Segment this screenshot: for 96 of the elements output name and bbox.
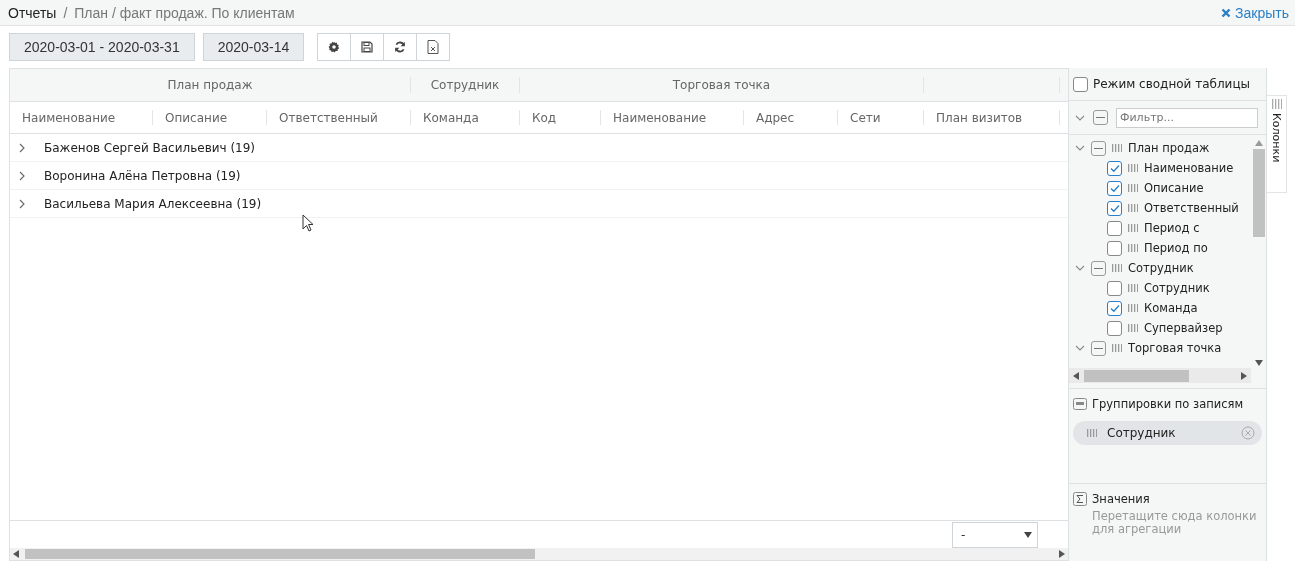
drag-handle-icon[interactable] — [1112, 264, 1122, 272]
column-header[interactable]: Описание — [153, 110, 267, 125]
save-button[interactable] — [350, 33, 385, 61]
column-header[interactable]: Сети — [838, 110, 924, 125]
column-label: Описание — [1144, 181, 1204, 195]
drag-handle-icon[interactable] — [1128, 244, 1138, 252]
group-checkbox[interactable] — [1091, 260, 1106, 276]
settings-button[interactable] — [317, 33, 352, 61]
column-header[interactable]: Ответственный — [267, 110, 411, 125]
scrollbar-thumb[interactable] — [25, 549, 535, 559]
page-size-dropdown[interactable]: - — [952, 522, 1038, 548]
drag-handle-icon[interactable] — [1087, 429, 1097, 437]
drag-handle-icon[interactable] — [1128, 164, 1138, 172]
drag-handle-icon[interactable] — [1128, 324, 1138, 332]
scrollbar-thumb[interactable] — [1252, 149, 1265, 237]
group-row-label: Воронина Алёна Петровна (19) — [44, 168, 241, 183]
group-checkbox[interactable] — [1091, 140, 1106, 156]
column-checkbox[interactable] — [1107, 320, 1122, 336]
close-link[interactable]: Закрыть — [1221, 4, 1289, 21]
column-checkbox[interactable] — [1107, 300, 1122, 316]
column-checkbox[interactable] — [1107, 160, 1122, 176]
column-header[interactable]: Адрес — [744, 110, 838, 125]
section-title: Значения — [1092, 492, 1150, 506]
pivot-mode-checkbox[interactable] — [1073, 76, 1088, 92]
scroll-right-arrow-icon[interactable] — [1059, 550, 1065, 558]
drag-handle-icon[interactable] — [1128, 304, 1138, 312]
drag-handle-icon[interactable] — [1128, 204, 1138, 212]
column-group-label: Сотрудник — [1128, 261, 1194, 275]
column-checkbox[interactable] — [1107, 280, 1122, 296]
column-label: Период по — [1144, 241, 1208, 255]
column-header[interactable]: Код — [520, 110, 601, 125]
drop-hint: Перетащите сюда колонки для агрегации — [1091, 510, 1258, 536]
group-chip[interactable]: Сотрудник — [1073, 421, 1262, 445]
column-header[interactable]: Наименование — [10, 110, 153, 125]
refresh-button[interactable] — [383, 33, 418, 61]
drag-handle-icon[interactable] — [1128, 184, 1138, 192]
columns-icon — [1271, 99, 1282, 109]
column-checkbox[interactable] — [1107, 180, 1122, 196]
scrollbar-thumb[interactable] — [1084, 369, 1189, 382]
column-group-header: План продаж — [10, 77, 411, 93]
column-label: Сотрудник — [1144, 281, 1210, 295]
column-checkbox[interactable] — [1107, 240, 1122, 256]
horizontal-scrollbar[interactable] — [1069, 368, 1251, 383]
column-group-header: Торговая точка — [520, 77, 924, 93]
collapse-chevron-icon[interactable] — [1075, 344, 1085, 352]
date-button[interactable]: 2020-03-14 — [202, 33, 305, 61]
column-group-header: Сотрудник — [411, 77, 520, 93]
export-button[interactable] — [416, 33, 451, 61]
scroll-left-arrow-icon[interactable] — [1073, 371, 1079, 380]
horizontal-scrollbar[interactable] — [10, 548, 1068, 560]
sigma-icon — [1073, 492, 1087, 506]
column-header[interactable]: План визитов — [924, 110, 1060, 125]
column-header[interactable]: Наименование — [601, 110, 744, 125]
group-row-label: Васильева Мария Алексеевна (19) — [44, 196, 262, 211]
column-checkbox[interactable] — [1107, 220, 1122, 236]
collapse-all-chevron-icon[interactable] — [1075, 113, 1085, 122]
dropdown-caret-icon — [1024, 532, 1032, 538]
scroll-left-arrow-icon[interactable] — [13, 550, 19, 558]
remove-icon[interactable] — [1241, 426, 1255, 440]
mouse-pointer-icon — [302, 214, 314, 232]
column-header[interactable]: Команда — [411, 110, 520, 125]
column-group-label: Торговая точка — [1128, 341, 1222, 355]
drag-handle-icon[interactable] — [1128, 284, 1138, 292]
collapse-chevron-icon[interactable] — [1075, 144, 1085, 152]
collapse-chevron-icon[interactable] — [1075, 264, 1085, 272]
settings-icon — [328, 41, 341, 53]
scroll-down-arrow-icon[interactable] — [1254, 360, 1263, 366]
date-range-button[interactable]: 2020-03-01 - 2020-03-31 — [9, 33, 195, 61]
drag-handle-icon[interactable] — [1112, 344, 1122, 352]
column-label: Команда — [1144, 301, 1198, 315]
row-group-icon — [1073, 398, 1087, 410]
refresh-icon — [394, 41, 407, 53]
vertical-scrollbar[interactable] — [1251, 138, 1266, 368]
column-label: Супервайзер — [1144, 321, 1223, 335]
column-label: Ответственный — [1144, 201, 1239, 215]
group-row-label: Баженов Сергей Васильевич (19) — [44, 140, 256, 155]
column-checkbox[interactable] — [1107, 200, 1122, 216]
columns-side-tab[interactable]: Колонки — [1267, 95, 1287, 193]
page-title: План / факт продаж. По клиентам — [74, 4, 295, 21]
filter-field[interactable]: Фильтр... — [1116, 107, 1258, 128]
close-icon — [1221, 7, 1232, 18]
breadcrumb-link[interactable]: Отчеты — [8, 4, 57, 21]
spreadsheet-file-icon — [427, 40, 440, 54]
breadcrumb-separator: / — [63, 4, 68, 21]
column-label: Наименование — [1144, 161, 1234, 175]
column-label: Период с — [1144, 221, 1200, 235]
column-group-label: План продаж — [1128, 141, 1210, 155]
drag-handle-icon[interactable] — [1128, 224, 1138, 232]
select-all-checkbox[interactable] — [1093, 110, 1108, 125]
group-checkbox[interactable] — [1091, 340, 1106, 356]
scroll-up-arrow-icon[interactable] — [1254, 140, 1263, 146]
drag-handle-icon[interactable] — [1112, 144, 1122, 152]
chip-label: Сотрудник — [1107, 426, 1176, 440]
section-title: Группировки по записям — [1092, 397, 1244, 411]
scroll-right-arrow-icon[interactable] — [1241, 371, 1247, 380]
checkbox-label: Режим сводной таблицы — [1093, 77, 1251, 91]
